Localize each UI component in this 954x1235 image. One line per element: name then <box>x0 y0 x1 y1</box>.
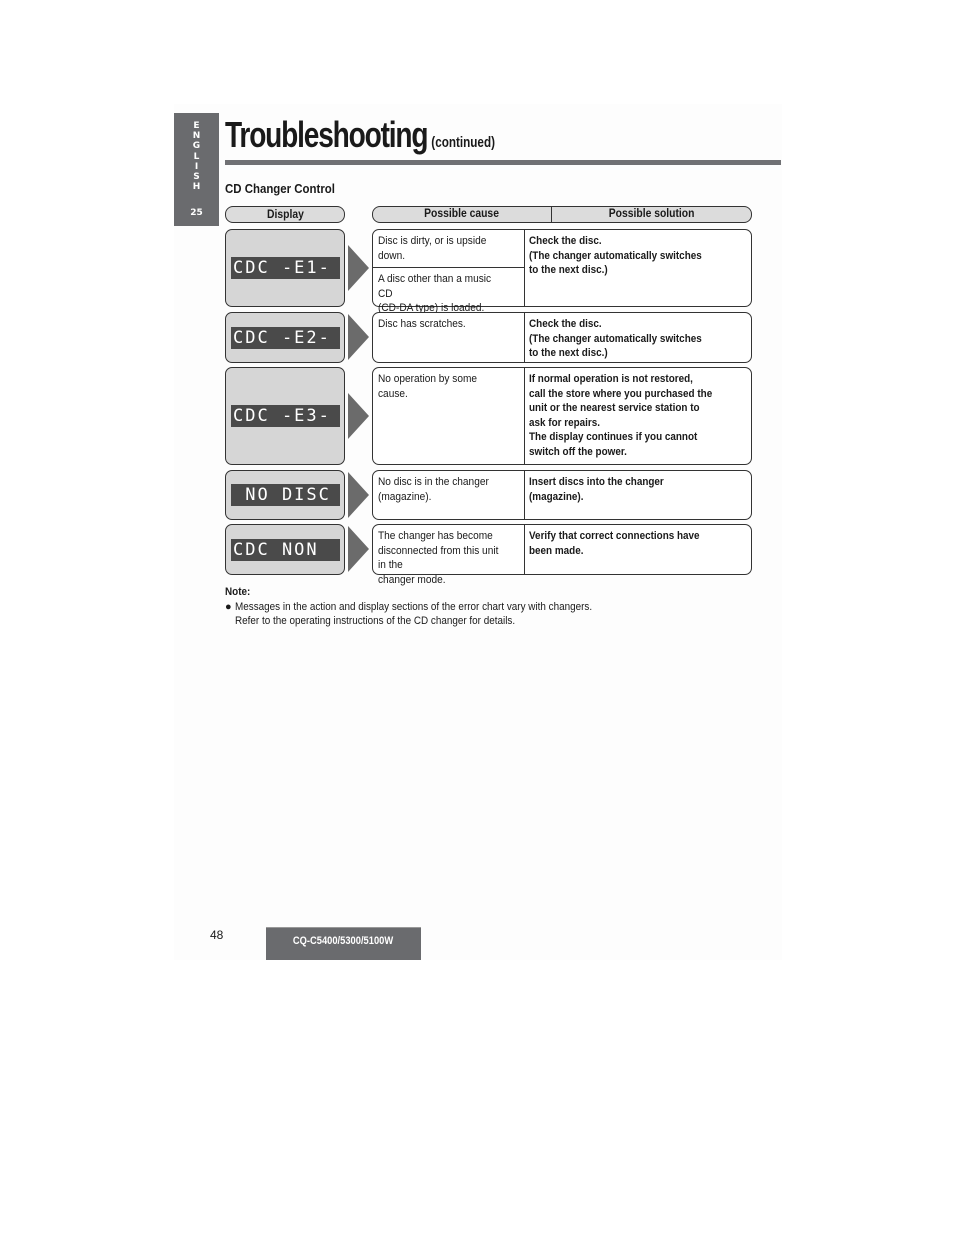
language-letter: L <box>193 151 200 162</box>
cause-item: Disc is dirty, or is upside down. <box>373 230 524 267</box>
model-name: CQ-C5400/5300/5100W <box>293 935 394 947</box>
display-panel: NO DISC <box>225 470 345 520</box>
note-label: Note: <box>225 585 632 600</box>
cause-item: Disc has scratches. <box>373 313 524 336</box>
display-panel: CDC -E3- <box>225 367 345 465</box>
cause-cell: The changer has become disconnected from… <box>373 525 525 586</box>
arrow-icon <box>348 314 369 360</box>
title-divider <box>225 160 781 165</box>
column-header-cause: Possible cause <box>373 207 552 222</box>
language-letter: H <box>192 182 201 193</box>
note-label-text: Note: <box>225 586 251 598</box>
language-letter: I <box>194 161 199 172</box>
arrow-icon <box>348 526 369 572</box>
page-number: 48 <box>210 928 224 942</box>
table-row: No disc is in the changer (magazine). In… <box>372 470 752 520</box>
column-header-cause-label: Possible cause <box>424 208 500 220</box>
cause-cell: Disc is dirty, or is upside down. A disc… <box>373 230 525 314</box>
language-tab: E N G L I S H 25 <box>174 113 219 226</box>
solution-text: Verify that correct connections have bee… <box>529 530 700 557</box>
cause-cell: No operation by some cause. <box>373 368 525 464</box>
note-body: ● Messages in the action and display sect… <box>225 600 632 629</box>
section-title: CD Changer Control <box>225 181 335 196</box>
column-header-solution: Possible solution <box>552 207 751 222</box>
lcd-readout: CDC -E3- <box>231 405 340 427</box>
solution-text: If normal operation is not restored, cal… <box>529 373 713 458</box>
arrow-icon <box>348 393 369 439</box>
cause-text: Disc has scratches. <box>378 318 466 330</box>
language-letters: E N G L I S H <box>174 121 219 192</box>
table-row: No operation by some cause. If normal op… <box>372 367 752 465</box>
note-line: ● Messages in the action and display sect… <box>225 600 632 615</box>
table-row: Disc is dirty, or is upside down. A disc… <box>372 229 752 314</box>
cause-item: The changer has become disconnected from… <box>373 525 524 591</box>
lcd-readout: CDC -E2- <box>231 326 340 349</box>
cause-text: Disc is dirty, or is upside down. <box>378 235 487 262</box>
language-letter: E <box>193 121 200 131</box>
note-line-1: Messages in the action and display secti… <box>235 600 593 613</box>
page-title: Troubleshooting (continued) <box>225 114 495 160</box>
solution-cell: If normal operation is not restored, cal… <box>525 368 751 464</box>
section-number: 25 <box>190 208 203 218</box>
solution-cell: Verify that correct connections have bee… <box>525 525 751 574</box>
language-letter: G <box>192 141 201 152</box>
solution-cell: Insert discs into the changer (magazine)… <box>525 471 751 519</box>
solution-text: Check the disc. (The changer automatical… <box>529 318 702 359</box>
language-letter: N <box>192 131 201 142</box>
note-line-2: Refer to the operating instructions of t… <box>235 615 516 627</box>
column-header-group: Possible cause Possible solution <box>372 206 752 223</box>
display-panel: CDC -E1- <box>225 229 345 307</box>
arrow-icon <box>348 245 369 291</box>
display-panel: CDC -E2- <box>225 312 345 363</box>
cause-cell: No disc is in the changer (magazine). <box>373 471 525 519</box>
lcd-readout: NO DISC <box>231 484 340 506</box>
cause-item: No operation by some cause. <box>373 368 524 405</box>
cause-text: The changer has become disconnected from… <box>378 530 499 586</box>
solution-text: Insert discs into the changer (magazine)… <box>529 476 664 503</box>
cause-text: No disc is in the changer (magazine). <box>378 476 489 503</box>
column-header-display-label: Display <box>266 209 304 221</box>
cause-cell: Disc has scratches. <box>373 313 525 362</box>
solution-text: Check the disc. (The changer automatical… <box>529 235 702 276</box>
solution-cell: Check the disc. (The changer automatical… <box>525 230 751 306</box>
table-row: Disc has scratches. Check the disc. (The… <box>372 312 752 363</box>
cause-text: No operation by some cause. <box>378 373 478 400</box>
model-badge: CQ-C5400/5300/5100W <box>266 927 421 960</box>
column-header-display: Display <box>225 206 345 223</box>
lcd-readout: CDC -E1- <box>231 257 340 279</box>
display-panel: CDC NON <box>225 524 345 575</box>
cause-item: No disc is in the changer (magazine). <box>373 471 524 508</box>
arrow-icon <box>348 472 369 518</box>
column-header-solution-label: Possible solution <box>608 208 695 220</box>
bullet-icon: ● <box>225 600 232 613</box>
page-title-subtitle: (continued) <box>431 134 495 151</box>
lcd-readout: CDC NON <box>231 538 340 561</box>
note-section: Note: ● Messages in the action and displa… <box>225 585 632 629</box>
language-letter: S <box>193 172 200 183</box>
solution-cell: Check the disc. (The changer automatical… <box>525 313 751 362</box>
cause-text: A disc other than a music CD (CD-DA type… <box>378 273 492 314</box>
table-row: The changer has become disconnected from… <box>372 524 752 586</box>
note-line: Refer to the operating instructions of t… <box>225 614 632 629</box>
page-title-main: Troubleshooting <box>225 114 429 155</box>
